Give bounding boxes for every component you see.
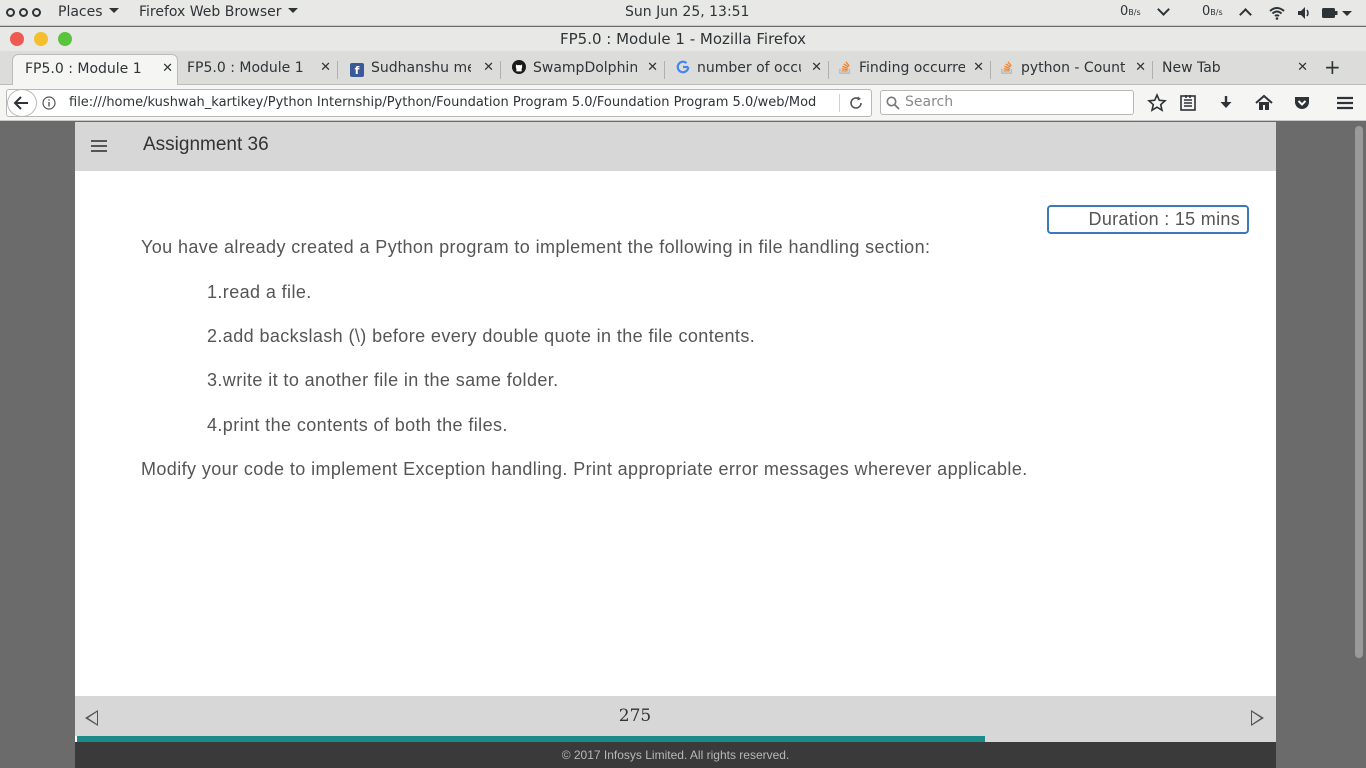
duration-badge: Duration : 15 mins [1047,205,1249,234]
search-icon [886,96,900,110]
tab-fp5-module-1-active[interactable]: FP5.0 : Module 1 ✕ [12,54,178,85]
step-4: 4.print the contents of both the files. [207,415,508,435]
tab-strip: FP5.0 : Module 1 ✕ FP5.0 : Module 1 ✕ fS… [0,51,1366,85]
facebook-icon: f [350,63,364,77]
closing-text: Modify your code to implement Exception … [141,459,1028,479]
github-icon [512,60,526,74]
chevron-down-icon [1157,3,1170,16]
tab-label: python - Count o [1021,60,1125,76]
app-menu-label: Firefox Web Browser [139,4,282,20]
system-menu-chevron-icon[interactable] [1342,11,1352,16]
volume-icon[interactable] [1297,6,1311,20]
tab-stackoverflow-finding[interactable]: Finding occurren ✕ [826,54,988,85]
url-bar-divider [839,94,840,112]
reload-icon[interactable] [849,96,863,110]
close-tab-icon[interactable]: ✕ [973,60,984,75]
search-input[interactable]: Search [880,90,1134,115]
assignment-header: Assignment 36 [75,122,1276,171]
page-title: Assignment 36 [143,134,269,155]
back-button[interactable] [7,89,37,117]
tab-github[interactable]: SwampDolphin9 ✕ [500,54,662,85]
tab-stackoverflow-python-count[interactable]: python - Count o ✕ [988,54,1150,85]
pager-bar: 275 [75,696,1276,736]
tab-label: New Tab [1162,60,1221,76]
page-viewport: Assignment 36 Duration : 15 mins You hav… [0,122,1366,768]
window-title-bar: FP5.0 : Module 1 - Mozilla Firefox [0,27,1366,51]
intro-text: You have already created a Python progra… [141,237,931,257]
tab-label: Finding occurren [859,60,965,76]
copyright-footer: © 2017 Infosys Limited. All rights reser… [75,742,1276,768]
step-1: 1.read a file. [207,282,312,302]
tab-label: FP5.0 : Module 1 [187,60,304,76]
url-bar[interactable]: file:///home/kushwah_kartikey/Python Int… [6,89,872,117]
close-tab-icon[interactable]: ✕ [1135,60,1146,75]
sidebar-menu-icon[interactable] [91,140,107,152]
bookmark-star-icon[interactable] [1147,93,1167,113]
tab-label: Sudhanshu mess [371,60,471,76]
net-up-speed: 0B/s [1202,4,1223,19]
chevron-down-icon [287,8,298,13]
battery-icon[interactable] [1322,8,1338,18]
tab-label: SwampDolphin9 [533,60,637,76]
google-icon [676,60,690,74]
downloads-icon[interactable] [1216,93,1236,113]
pocket-icon[interactable] [1292,93,1312,113]
tab-google[interactable]: number of occur ✕ [664,54,826,85]
page-number: 275 [618,706,652,726]
activities-icon[interactable] [6,8,41,17]
site-info-icon[interactable] [42,96,56,110]
chevron-down-icon [108,8,119,13]
close-tab-icon[interactable]: ✕ [647,60,658,75]
step-2: 2.add backslash (\) before every double … [207,326,756,346]
stackoverflow-icon [1001,61,1013,74]
chevron-up-icon [1239,8,1252,21]
close-tab-icon[interactable]: ✕ [1297,60,1308,75]
next-page-button[interactable] [1251,710,1264,726]
tab-fp5-module-1[interactable]: FP5.0 : Module 1 ✕ [175,54,335,85]
tab-label: FP5.0 : Module 1 [25,61,142,77]
net-down-speed: 0B/s [1120,4,1141,19]
home-icon[interactable] [1254,93,1274,113]
close-tab-icon[interactable]: ✕ [320,60,331,75]
assignment-panel: Assignment 36 Duration : 15 mins You hav… [75,122,1276,768]
new-tab-button[interactable]: + [1324,55,1341,79]
page-scrollbar[interactable] [1352,122,1366,768]
system-top-bar: Places Firefox Web Browser Sun Jun 25, 1… [0,0,1366,26]
tab-label: number of occur [697,60,801,76]
search-placeholder: Search [905,94,954,110]
back-arrow-icon [13,96,28,110]
places-label: Places [58,4,103,20]
close-tab-icon[interactable]: ✕ [811,60,822,75]
net-down-unit: B/s [1128,8,1141,17]
scrollbar-thumb[interactable] [1355,126,1363,658]
wifi-icon[interactable] [1269,6,1285,20]
navigation-toolbar: file:///home/kushwah_kartikey/Python Int… [0,85,1366,121]
hamburger-menu-icon[interactable] [1335,93,1355,113]
stackoverflow-icon [839,61,851,74]
window-title: FP5.0 : Module 1 - Mozilla Firefox [559,30,807,48]
tab-facebook[interactable]: f Sudhanshu mess ✕ [338,54,498,85]
reading-list-icon[interactable] [1178,93,1198,113]
app-menu[interactable]: Firefox Web Browser [139,4,298,20]
clock[interactable]: Sun Jun 25, 13:51 [625,4,749,20]
close-tab-icon[interactable]: ✕ [162,61,173,76]
close-tab-icon[interactable]: ✕ [483,60,494,75]
url-text: file:///home/kushwah_kartikey/Python Int… [69,95,817,110]
step-3: 3.write it to another file in the same f… [207,370,559,390]
tab-new-tab[interactable]: New Tab ✕ [1150,54,1312,85]
places-menu[interactable]: Places [58,4,119,20]
net-up-unit: B/s [1210,8,1223,17]
